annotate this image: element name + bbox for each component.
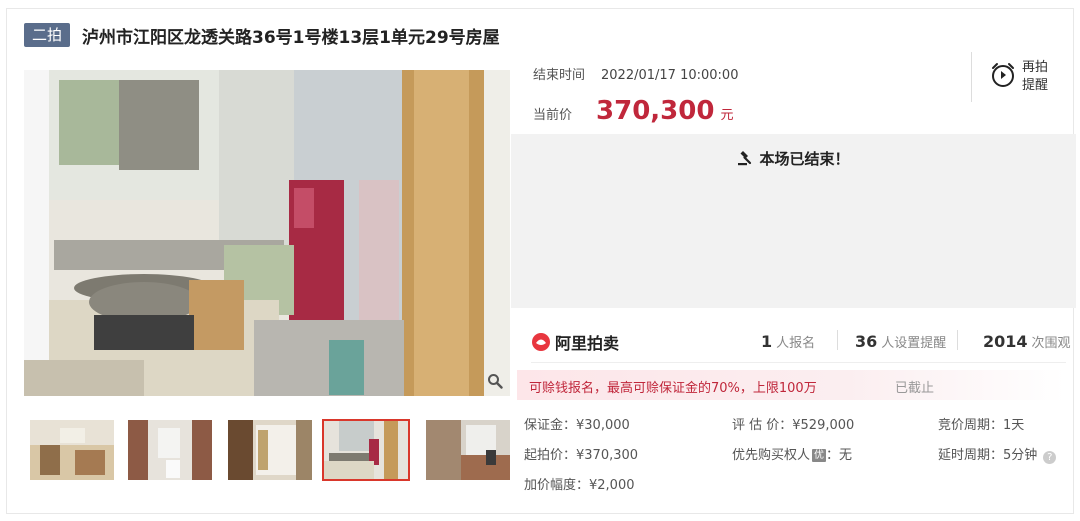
reminder-count: 36 人设置提醒 (855, 332, 947, 351)
gavel-icon (738, 151, 752, 166)
thumbnail[interactable] (426, 420, 510, 480)
end-time-label: 结束时间 (533, 68, 586, 83)
zoom-icon[interactable] (487, 373, 503, 393)
bid-increment: 加价幅度：¥2,000 (524, 478, 635, 493)
rebid-reminder-button[interactable]: 再拍 提醒 (971, 52, 1076, 102)
priority-badge: 优 (812, 449, 827, 462)
start-price: 起拍价：¥370,300 (524, 448, 639, 463)
credit-signup-status: 已截止 (895, 381, 935, 396)
auction-ended-panel: 本场已结束！ (511, 134, 1076, 308)
alarm-clock-icon (990, 62, 1016, 92)
priority-buyer: 优先购买权人优：无 (732, 448, 853, 463)
page-title: 泸州市江阳区龙透关路36号1号楼13层1单元29号房屋 (82, 27, 500, 48)
kitchen-photo (24, 70, 510, 396)
credit-signup-text: 可赊钱报名，最高可赊保证金的70%，上限100万 (529, 381, 817, 396)
ended-message: 本场已结束！ (511, 148, 1076, 169)
help-icon[interactable]: ? (1043, 451, 1057, 464)
end-time-row: 结束时间 2022/01/17 10:00:00 (533, 64, 738, 83)
appraisal-price: 评 估 价：¥529,000 (732, 418, 855, 433)
main-photo[interactable] (24, 70, 510, 396)
stats-bar: 阿里拍卖 1 人报名 36 人设置提醒 2014 次围观 (511, 318, 1076, 362)
view-count: 2014 次围观 (983, 332, 1071, 351)
thumbnail-strip (24, 419, 510, 482)
deposit: 保证金：¥30,000 (524, 418, 630, 433)
bid-period: 竞价周期：1天 (938, 418, 1025, 433)
thumbnail[interactable] (228, 420, 312, 480)
page-header: 二拍 泸州市江阳区龙透关路36号1号楼13层1单元29号房屋 (24, 22, 500, 48)
ali-auction-logo: 阿里拍卖 (531, 330, 619, 354)
credit-signup-banner[interactable]: 可赊钱报名，最高可赊保证金的70%，上限100万 已截止 (517, 370, 1065, 400)
delay-period: 延时周期：5分钟? (938, 444, 1057, 464)
current-price-value: 370,300 (596, 96, 715, 126)
signup-count: 1 人报名 (761, 332, 816, 351)
thumbnail-active[interactable] (322, 419, 410, 481)
rebid-reminder-label: 再拍 提醒 (1022, 60, 1049, 93)
thumbnail[interactable] (128, 420, 212, 480)
current-price-row: 当前价 370,300 元 (533, 96, 733, 126)
ali-auction-logo-icon (532, 333, 550, 351)
thumbnail[interactable] (30, 420, 114, 480)
end-time-value: 2022/01/17 10:00:00 (601, 68, 739, 83)
price-unit: 元 (720, 108, 734, 123)
current-price-label: 当前价 (533, 108, 573, 123)
round-badge: 二拍 (24, 23, 71, 47)
